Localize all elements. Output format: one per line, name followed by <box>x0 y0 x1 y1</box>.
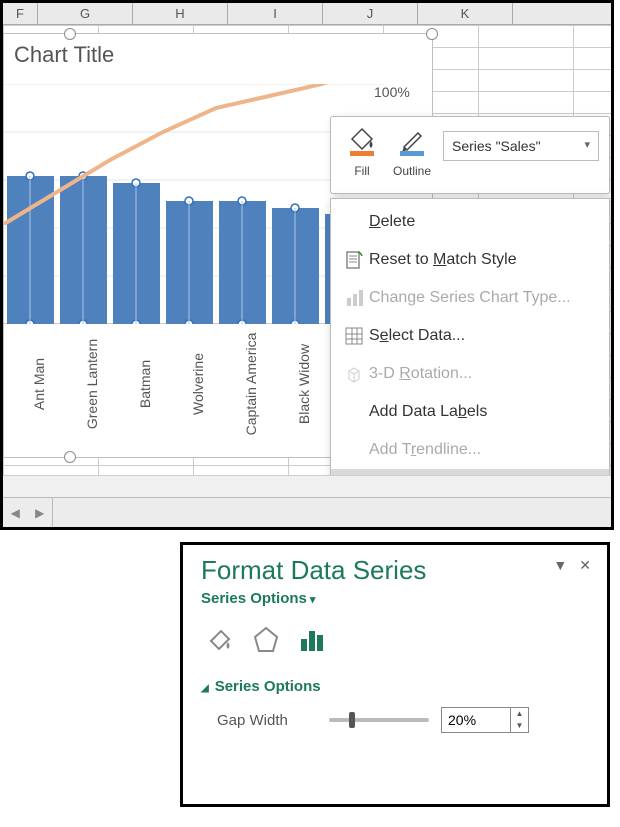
close-icon[interactable]: ✕ <box>579 557 591 574</box>
pane-options-dropdown[interactable]: ▼ <box>553 557 567 574</box>
menu-label: Delete <box>369 213 415 231</box>
gap-width-slider[interactable] <box>329 718 429 722</box>
sheet-tab-strip[interactable]: ◀ ▶ <box>3 497 611 527</box>
outline-button[interactable]: Outline <box>387 123 437 178</box>
format-pane: Format Data Series ▼ ✕ Series Options Se… <box>180 542 610 807</box>
gap-width-label: Gap Width <box>217 712 317 729</box>
series-options-dropdown[interactable]: Series Options <box>201 590 589 607</box>
col-header[interactable]: F <box>3 3 38 24</box>
outline-label: Outline <box>387 164 437 178</box>
spin-down[interactable]: ▼ <box>511 720 528 732</box>
menu-add-trendline[interactable]: Add Trendline... <box>331 431 609 469</box>
menu-label: 3-D Rotation... <box>369 365 472 383</box>
excel-chart-screenshot: F G H I J K Chart Title 100% 80% 60% 40% <box>0 0 614 530</box>
category-label: Wolverine <box>190 353 206 415</box>
gap-width-row: Gap Width ▲ ▼ <box>201 707 589 733</box>
category-label: Green Lantern <box>84 339 100 429</box>
menu-add-data-labels[interactable]: Add Data Labels <box>331 393 609 431</box>
menu-3d-rotation[interactable]: 3-D Rotation... <box>331 355 609 393</box>
column-headers: F G H I J K <box>3 3 611 25</box>
pen-icon <box>398 125 426 162</box>
menu-change-chart-type[interactable]: Change Series Chart Type... <box>331 279 609 317</box>
menu-label: Add Data Labels <box>369 403 487 421</box>
series-selector-value: Series "Sales" <box>452 138 541 154</box>
series-options-tab[interactable] <box>297 625 327 658</box>
spin-up[interactable]: ▲ <box>511 708 528 720</box>
section-series-options[interactable]: Series Options <box>201 678 589 695</box>
col-header[interactable]: H <box>133 3 228 24</box>
category-label: Captain America <box>243 333 259 436</box>
prev-sheet-icon[interactable]: ◀ <box>11 506 20 520</box>
context-menu: Delete Reset to Match Style Change Serie… <box>330 198 610 512</box>
plot-area[interactable] <box>4 84 322 324</box>
series-selector[interactable]: Series "Sales" <box>443 131 599 161</box>
chart-type-icon <box>339 286 369 310</box>
paint-bucket-icon <box>348 125 376 162</box>
menu-delete[interactable]: Delete <box>331 203 609 241</box>
menu-label: Select Data... <box>369 327 465 345</box>
fill-line-tab[interactable] <box>205 625 235 658</box>
mini-toolbar: Fill Outline Series "Sales" <box>330 116 610 194</box>
menu-label: Reset to Match Style <box>369 251 517 269</box>
category-label: Batman <box>137 360 153 408</box>
selection-handle[interactable] <box>426 28 438 40</box>
menu-select-data[interactable]: Select Data... <box>331 317 609 355</box>
menu-label: Change Series Chart Type... <box>369 289 571 307</box>
col-header[interactable]: K <box>418 3 513 24</box>
pane-tab-icons <box>205 625 589 658</box>
reset-icon <box>339 248 369 272</box>
col-header[interactable]: I <box>228 3 323 24</box>
cube-icon <box>339 362 369 386</box>
pane-title: Format Data Series <box>201 555 589 586</box>
chart-title[interactable]: Chart Title <box>14 42 114 68</box>
horizontal-scrollbar[interactable] <box>3 475 611 497</box>
sheet-nav-arrows[interactable]: ◀ ▶ <box>3 498 53 527</box>
selection-handle[interactable] <box>64 28 76 40</box>
fill-button[interactable]: Fill <box>337 123 387 178</box>
category-label: Black Widow <box>296 344 312 424</box>
slider-thumb[interactable] <box>349 712 355 728</box>
x-axis-labels: Ant Man Green Lantern Batman Wolverine C… <box>4 334 322 449</box>
select-data-icon <box>339 324 369 348</box>
col-header[interactable]: G <box>38 3 133 24</box>
menu-label: Add Trendline... <box>369 441 481 459</box>
gap-width-input[interactable] <box>442 708 510 732</box>
category-label: Ant Man <box>31 358 47 410</box>
fill-label: Fill <box>337 164 387 178</box>
menu-reset-style[interactable]: Reset to Match Style <box>331 241 609 279</box>
effects-tab[interactable] <box>251 625 281 658</box>
col-header[interactable]: J <box>323 3 418 24</box>
selection-handle[interactable] <box>64 451 76 463</box>
gap-width-spinbox[interactable]: ▲ ▼ <box>441 707 529 733</box>
next-sheet-icon[interactable]: ▶ <box>35 506 44 520</box>
